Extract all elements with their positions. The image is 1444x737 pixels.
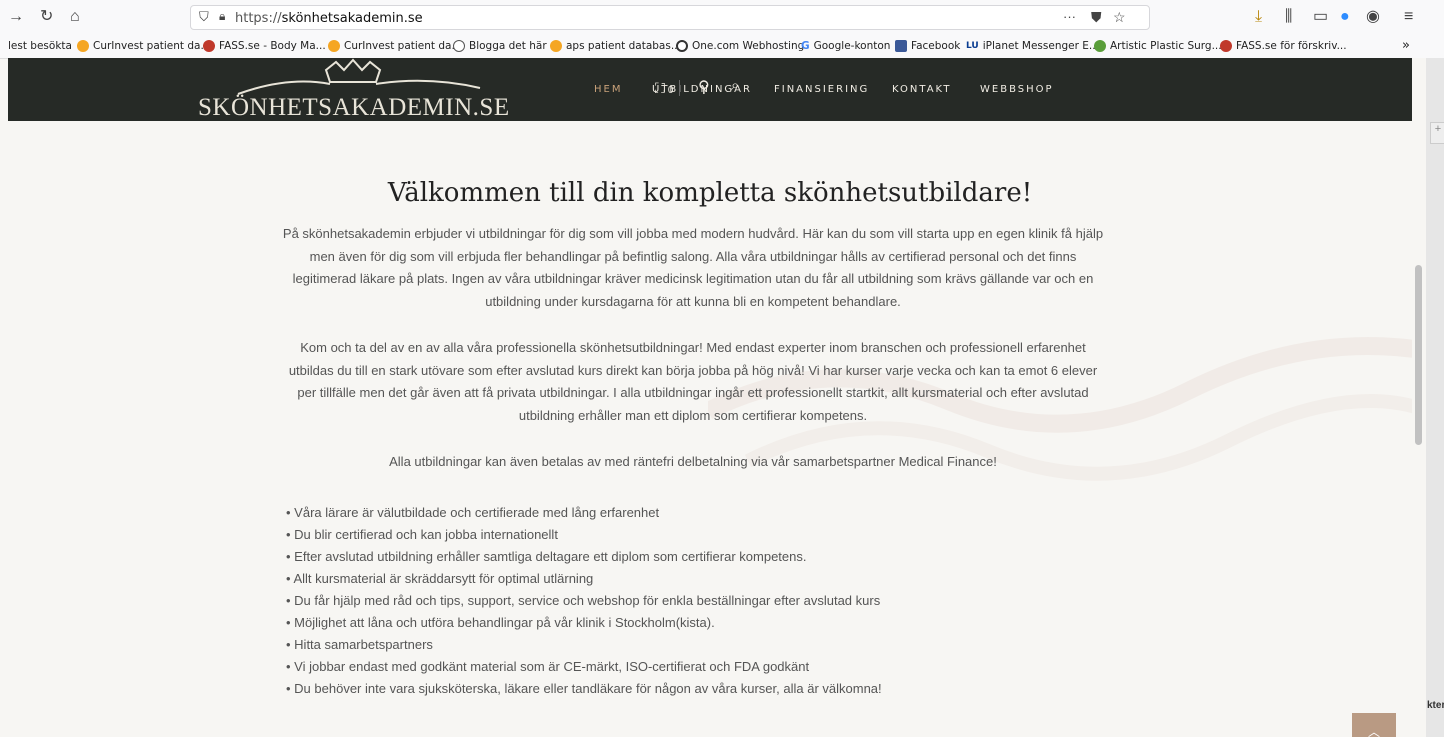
bookmark-item[interactable]: Blogga det här: [453, 40, 547, 52]
site-logo[interactable]: SKÖNHETSAKADEMIN.SE: [198, 58, 528, 121]
intro-paragraph: På skönhetsakademin erbjuder vi utbildni…: [282, 226, 1104, 310]
bookmark-item[interactable]: FASS.se - Body Ma...: [203, 40, 326, 52]
back-to-top-button[interactable]: ︿: [1352, 713, 1396, 737]
bookmark-star-icon[interactable]: ☆: [1113, 9, 1126, 26]
sidebar-icon[interactable]: ▭: [1313, 8, 1328, 26]
search-icon[interactable]: ⌕: [731, 77, 739, 94]
nav-hem[interactable]: HEM: [594, 84, 622, 95]
main-content: Välkommen till din kompletta skönhetsutb…: [8, 121, 1412, 737]
list-item: Du blir certifierad och kan jobba intern…: [286, 524, 882, 546]
page-title: Välkommen till din kompletta skönhetsutb…: [387, 178, 1033, 208]
menu-icon[interactable]: ≡: [1404, 8, 1413, 26]
account-icon[interactable]: ◉: [1366, 8, 1380, 26]
pocket-icon[interactable]: ⛊: [1091, 9, 1102, 26]
bookmark-item[interactable]: aps patient databas...: [550, 40, 681, 52]
url-bar[interactable]: ⛉ 🔒︎ https://skönhetsakademin.se ··· ⛊ ☆: [190, 5, 1150, 30]
finance-paragraph: Alla utbildningar kan även betalas av me…: [389, 454, 997, 469]
courses-paragraph: Kom och ta del av en av alla våra profes…: [288, 340, 1098, 424]
nav-kontakt[interactable]: KONTAKT: [892, 84, 951, 95]
nav-finansiering[interactable]: FINANSIERING: [774, 84, 869, 95]
scrollbar-thumb[interactable]: [1415, 265, 1422, 445]
list-item: Efter avslutad utbildning erhåller samtl…: [286, 546, 882, 568]
bag-icon: ⛶: [655, 80, 665, 96]
bookmark-item[interactable]: Artistic Plastic Surg...: [1094, 40, 1222, 52]
bookmark-item[interactable]: One.com Webhosting: [676, 40, 804, 52]
bookmark-item[interactable]: Facebook: [895, 40, 960, 52]
list-item: Vi jobbar endast med godkänt material so…: [286, 656, 882, 678]
forward-icon[interactable]: →: [8, 8, 24, 26]
crown-icon: [237, 58, 481, 95]
bookmark-favicon: [1220, 40, 1232, 52]
side-panel-label: kter: [1427, 700, 1444, 711]
more-icon[interactable]: ···: [1063, 9, 1076, 24]
list-item: Hitta samarbetspartners: [286, 634, 882, 656]
nav-webbshop[interactable]: WEBBSHOP: [980, 84, 1054, 95]
cart-count: 0: [667, 85, 674, 96]
facebook-icon: [895, 40, 907, 52]
list-item: Våra lärare är välutbildade och certifie…: [286, 502, 882, 524]
user-icon[interactable]: ⚲: [698, 77, 710, 97]
url-text[interactable]: https://skönhetsakademin.se: [235, 11, 423, 26]
lu-icon: LU: [966, 41, 979, 51]
divider: [679, 80, 680, 96]
zoom-extension-icon[interactable]: ●: [1340, 8, 1350, 26]
chevron-up-icon: ︿: [1368, 725, 1381, 737]
shield-icon[interactable]: ⛉: [199, 9, 209, 25]
bookmark-favicon: [550, 40, 562, 52]
reload-icon[interactable]: ↻: [40, 8, 53, 26]
bookmark-item[interactable]: CurInvest patient da...: [328, 40, 461, 52]
bookmark-item[interactable]: CurInvest patient da...: [77, 40, 210, 52]
site-header: SKÖNHETSAKADEMIN.SE HEM UTBILDNINGAR FIN…: [8, 58, 1412, 121]
bookmark-item[interactable]: G Google-konton: [801, 40, 890, 52]
list-item: Du får hjälp med råd och tips, support, …: [286, 590, 882, 612]
globe-icon: [453, 40, 465, 52]
list-item: Allt kursmaterial är skräddarsytt för op…: [286, 568, 882, 590]
home-icon[interactable]: ⌂: [70, 8, 80, 26]
bookmark-favicon: [328, 40, 340, 52]
google-icon: G: [801, 40, 810, 52]
bookmark-item[interactable]: lest besökta: [8, 40, 72, 52]
library-icon[interactable]: ⫼: [1285, 8, 1292, 26]
bookmark-favicon: [1094, 40, 1106, 52]
bookmark-favicon: [203, 40, 215, 52]
list-item: Du behöver inte vara sjuksköterska, läka…: [286, 678, 881, 700]
bookmark-item[interactable]: FASS.se för förskriv...: [1220, 40, 1347, 52]
logo-text: SKÖNHETSAKADEMIN.SE: [198, 94, 510, 121]
bookmarks-overflow-icon[interactable]: »: [1402, 38, 1410, 53]
bookmarks-bar: lest besökta CurInvest patient da... FAS…: [0, 36, 1444, 59]
browser-toolbar: → ↻ ⌂ ⛉ 🔒︎ https://skönhetsakademin.se ·…: [0, 0, 1444, 36]
side-panel-add-button[interactable]: +: [1430, 122, 1444, 144]
bookmark-favicon: [77, 40, 89, 52]
list-item: Möjlighet att låna och utföra behandling…: [286, 612, 882, 634]
download-icon[interactable]: ⤓: [1255, 8, 1262, 26]
cart-button[interactable]: ⛶ 0: [655, 80, 673, 97]
benefits-list: Våra lärare är välutbildade och certifie…: [286, 502, 882, 700]
bookmark-item[interactable]: LU iPlanet Messenger E...: [966, 40, 1099, 52]
side-panel: [1426, 58, 1444, 737]
lock-icon[interactable]: 🔒︎: [219, 9, 225, 24]
bookmark-favicon: [676, 40, 688, 52]
